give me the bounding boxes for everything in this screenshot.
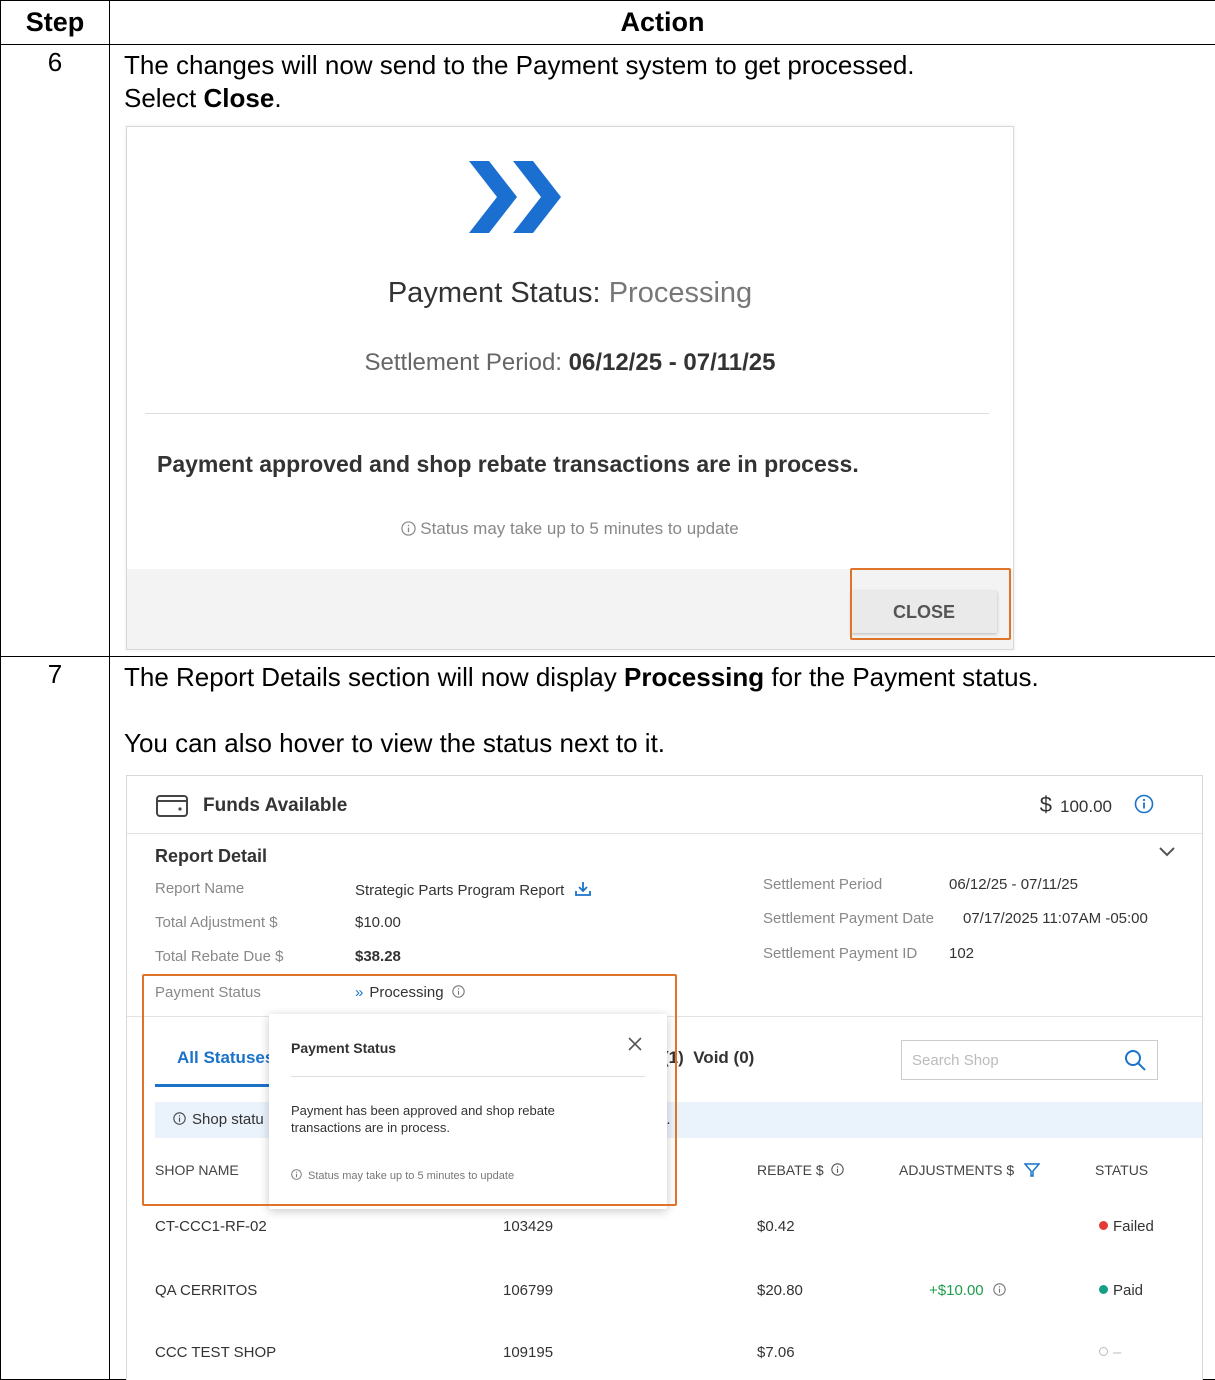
step-6-line2-prefix: Select <box>124 83 204 113</box>
search-shop-input[interactable]: Search Shop <box>901 1040 1158 1080</box>
rebate-cell: $20.80 <box>757 1282 803 1299</box>
download-icon[interactable] <box>574 880 592 898</box>
dialog-period-label: Settlement Period: <box>364 349 562 376</box>
dialog-note-text: Status may take up to 5 minutes to updat… <box>420 519 739 538</box>
search-placeholder: Search Shop <box>912 1052 999 1069</box>
status-failed-dot <box>1099 1221 1108 1230</box>
report-name-label: Report Name <box>155 880 245 897</box>
col-adjustments: ADJUSTMENTS $ <box>899 1162 1041 1178</box>
dialog-status-value: Processing <box>608 277 753 309</box>
total-rebate-label: Total Rebate Due $ <box>155 948 284 965</box>
wallet-icon <box>156 795 188 817</box>
report-detail-title: Report Detail <box>155 846 268 866</box>
shop-id-cell: 103429 <box>503 1218 554 1235</box>
funds-amount: $100.00 <box>1040 792 1112 818</box>
status-paid-dot <box>1099 1285 1108 1294</box>
total-adjustment-label: Total Adjustment $ <box>155 914 278 931</box>
settlement-period-label: Settlement Period <box>763 876 883 893</box>
dialog-message: Payment approved and shop rebate transac… <box>157 451 859 477</box>
funds-available-bar: Funds Available $100.00 <box>127 776 1202 834</box>
shop-name-cell: QA CERRITOS <box>155 1282 258 1299</box>
dialog-status-label: Payment Status: <box>387 277 601 309</box>
total-adjustment-value: $10.00 <box>355 914 401 931</box>
step-6-text: The changes will now send to the Payment… <box>124 49 1215 115</box>
report-name-value: Strategic Parts Program Report <box>355 880 592 899</box>
settlement-period-value: 06/12/25 - 07/11/25 <box>949 876 1078 893</box>
step-7-line1: The Report Details section will now disp… <box>124 661 1215 694</box>
status-cell: Paid <box>1099 1282 1143 1299</box>
double-chevron-right-icon <box>469 161 561 233</box>
shop-name-cell: CCC TEST SHOP <box>155 1344 277 1361</box>
step-6-line2-suffix: . <box>274 83 282 113</box>
status-none-dot <box>1099 1347 1108 1356</box>
header-step: Step <box>0 0 110 45</box>
shop-id-cell: 106799 <box>503 1282 554 1299</box>
info-icon[interactable] <box>830 1163 844 1176</box>
step-7-line2: You can also hover to view the status ne… <box>124 728 666 758</box>
shop-id-cell: 109195 <box>503 1344 554 1361</box>
adjustment-cell: +$10.00 <box>929 1282 1006 1299</box>
funds-amount-value: 100.00 <box>1060 797 1112 816</box>
settlement-date-label: Settlement Payment Date <box>763 910 934 927</box>
step-number-7: 7 <box>0 656 110 1380</box>
settlement-date-value: 07/17/2025 11:07AM -05:00 <box>963 910 1148 927</box>
col-rebate: REBATE $ <box>757 1162 844 1178</box>
dialog-period-value: 06/12/25 - 07/11/25 <box>568 349 776 376</box>
table-row[interactable]: QA CERRITOS 106799 $20.80 +$10.00 Paid <box>155 1260 1202 1320</box>
header-action: Action <box>109 0 1215 45</box>
funds-currency: $ <box>1039 792 1052 817</box>
total-rebate-value: $38.28 <box>355 948 401 965</box>
dialog-period-line: Settlement Period: 06/12/25 - 07/11/25 <box>127 349 1013 377</box>
status-cell: – <box>1099 1344 1121 1361</box>
step-6-line2: Select Close. <box>124 82 1215 115</box>
step-6-line1: The changes will now send to the Payment… <box>124 50 915 80</box>
step-7-line1-prefix: The Report Details section will now disp… <box>124 662 624 692</box>
dialog-divider <box>145 413 989 414</box>
info-icon <box>401 521 416 536</box>
dialog-status-line: Payment Status: Processing <box>127 277 1013 310</box>
info-icon[interactable] <box>1134 794 1154 814</box>
table-row[interactable]: CCC TEST SHOP 109195 $7.06 – <box>155 1324 1202 1380</box>
step-number-6: 6 <box>0 44 110 657</box>
filter-icon[interactable] <box>1023 1163 1041 1177</box>
step-6-close-bold: Close <box>203 83 275 113</box>
status-cell: Failed <box>1099 1218 1154 1235</box>
tab-void[interactable]: Void (0) <box>693 1048 754 1067</box>
chevron-down-icon[interactable] <box>1158 846 1176 858</box>
shop-name-cell: CT-CCC1-RF-02 <box>155 1218 267 1235</box>
rebate-cell: $7.06 <box>757 1344 795 1361</box>
close-button-highlight <box>850 568 1011 640</box>
funds-available-label: Funds Available <box>203 795 348 816</box>
col-status: STATUS <box>1095 1162 1149 1178</box>
settlement-id-label: Settlement Payment ID <box>763 945 918 962</box>
table-row[interactable]: CT-CCC1-RF-02 103429 $0.42 Failed <box>155 1200 1202 1260</box>
info-icon[interactable] <box>993 1283 1006 1296</box>
settlement-id-value: 102 <box>949 945 975 962</box>
step-7-text: The Report Details section will now disp… <box>124 661 1215 760</box>
rebate-cell: $0.42 <box>757 1218 795 1235</box>
step-7-line1-suffix: for the Payment status. <box>764 662 1039 692</box>
step-7-processing-bold: Processing <box>624 662 765 692</box>
search-icon[interactable] <box>1123 1048 1147 1072</box>
payment-status-highlight <box>142 974 677 1206</box>
dialog-note: Status may take up to 5 minutes to updat… <box>127 519 1013 539</box>
